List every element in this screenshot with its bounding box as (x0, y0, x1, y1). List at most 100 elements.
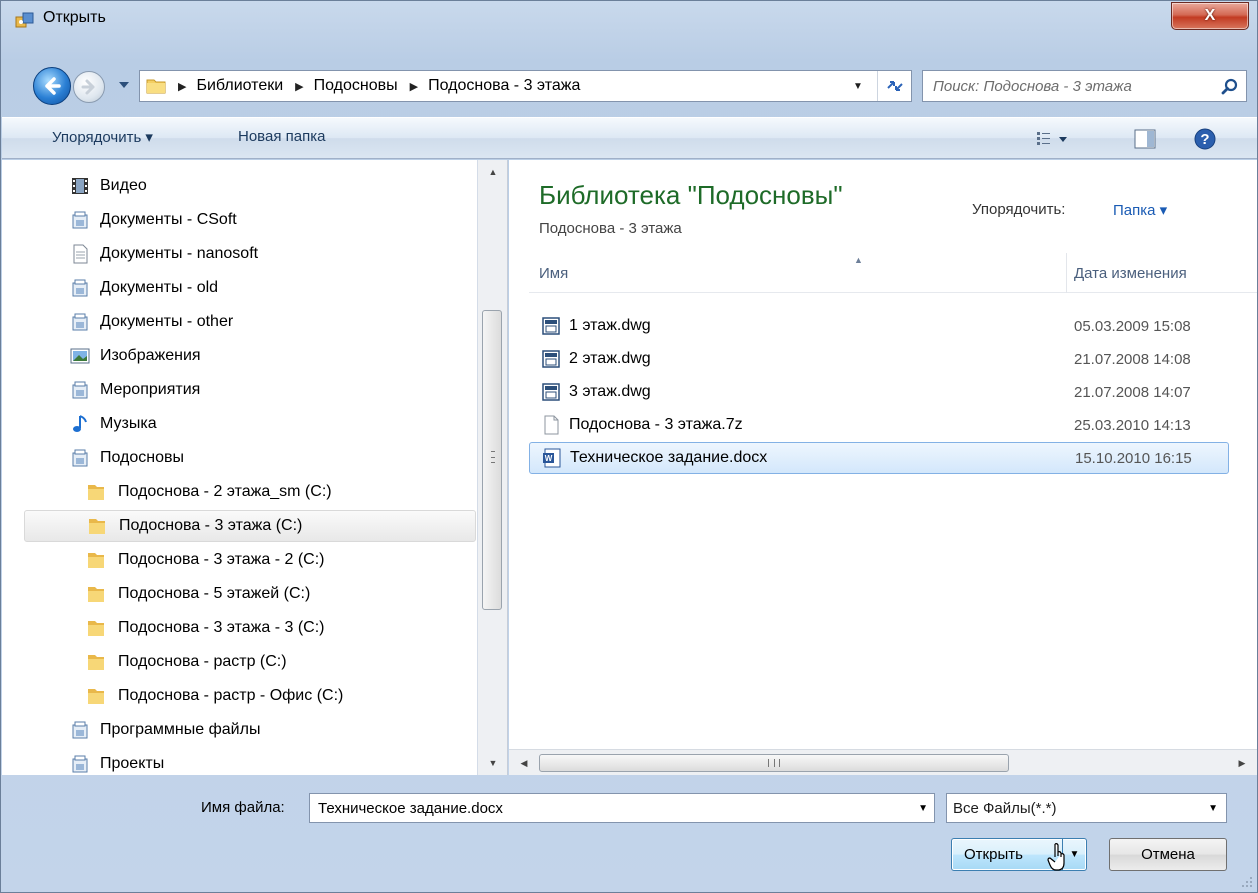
breadcrumb-separator-icon: ▶ (409, 80, 419, 93)
refresh-button[interactable] (877, 71, 911, 101)
back-arrow-icon (45, 77, 61, 95)
folder-icon (88, 553, 104, 568)
sidebar-item-video[interactable]: Видео (22, 170, 472, 202)
sidebar-item-documents-old[interactable]: Документы - old (22, 272, 472, 304)
search-icon[interactable] (1220, 77, 1240, 97)
file-row[interactable]: Подоснова - 3 этажа.7z 25.03.2010 14:13 (529, 409, 1229, 441)
dwg-file-icon (542, 350, 560, 368)
mouse-cursor-icon (1047, 843, 1065, 871)
cancel-button[interactable]: Отмена (1109, 838, 1227, 871)
column-header-date[interactable]: Дата изменения (1074, 265, 1187, 282)
open-button-label: Открыть (964, 846, 1023, 863)
breadcrumb-podosnovy[interactable]: Подосновы (314, 77, 398, 95)
chevron-down-icon: ▼ (1208, 803, 1218, 814)
close-button[interactable]: X (1171, 2, 1249, 30)
file-date: 15.10.2010 16:15 (1075, 449, 1192, 467)
sidebar-item-documents-nanosoft[interactable]: Документы - nanosoft (22, 238, 472, 270)
navigation-scrollbar[interactable]: ▲ ▼ (478, 160, 508, 775)
library-icon (72, 449, 88, 467)
file-row[interactable]: 2 этаж.dwg 21.07.2008 14:08 (529, 343, 1229, 375)
horizontal-scroll-thumb[interactable] (539, 754, 1009, 772)
chevron-down-icon[interactable]: ▼ (918, 803, 928, 814)
sort-ascending-icon: ▲ (854, 255, 863, 265)
file-row-selected[interactable]: W Техническое задание.docx 15.10.2010 16… (529, 442, 1229, 474)
library-icon (72, 381, 88, 399)
new-folder-button[interactable]: Новая папка (238, 128, 325, 145)
search-box[interactable] (922, 70, 1247, 102)
sidebar-item-podosnova-raster[interactable]: Подоснова - растр (C:) (86, 646, 476, 678)
sidebar-item-label: Документы - CSoft (100, 211, 237, 228)
breadcrumb-libraries[interactable]: Библиотеки (196, 77, 283, 95)
column-header-row: Имя ▲ Дата изменения (529, 253, 1257, 293)
filename-label: Имя файла: (201, 799, 285, 816)
word-document-icon: W (543, 448, 561, 468)
blank-file-icon (544, 415, 559, 435)
sidebar-item-documents-csoft[interactable]: Документы - CSoft (22, 204, 472, 236)
forward-arrow-icon (81, 79, 95, 95)
search-input[interactable] (931, 75, 1201, 97)
sidebar-item-music[interactable]: Музыка (22, 408, 472, 440)
sidebar-item-label: Видео (100, 177, 147, 194)
address-bar[interactable]: ▶ Библиотеки ▶ Подосновы ▶ Подоснова - 3… (139, 70, 912, 102)
sidebar-item-podosnova-raster-office[interactable]: Подоснова - растр - Офис (C:) (86, 680, 476, 712)
address-dropdown-button[interactable]: ▼ (843, 71, 873, 101)
filename-combobox[interactable]: ▼ (309, 793, 935, 823)
command-bar: Упорядочить ▾ Новая папка ? (2, 117, 1257, 159)
scroll-thumb[interactable] (482, 310, 502, 610)
dwg-file-icon (542, 317, 560, 335)
preview-pane-button[interactable] (1130, 126, 1160, 152)
resize-grip-icon[interactable] (1241, 876, 1253, 888)
sidebar-item-label: Подоснова - 3 этажа - 2 (C:) (118, 551, 325, 568)
dialog-title: Открыть (43, 9, 106, 26)
breadcrumb-current[interactable]: Подоснова - 3 этажа (428, 77, 580, 95)
sidebar-item-projects[interactable]: Проекты (22, 748, 472, 775)
help-button[interactable]: ? (1190, 126, 1220, 152)
sidebar-item-label: Изображения (100, 347, 201, 364)
folder-icon (88, 587, 104, 602)
organize-button[interactable]: Упорядочить ▾ (52, 128, 153, 146)
folder-icon (89, 519, 105, 534)
back-button[interactable] (33, 67, 71, 105)
view-list-icon (1037, 132, 1067, 145)
navigation-pane[interactable]: Видео Документы - CSoft Документы - nano… (2, 160, 478, 775)
library-icon (72, 313, 88, 331)
sidebar-item-podosnova-3-selected[interactable]: Подоснова - 3 этажа (C:) (24, 510, 476, 542)
sidebar-item-podosnova-3-3[interactable]: Подоснова - 3 этажа - 3 (C:) (86, 612, 476, 644)
sidebar-item-podosnovy[interactable]: Подосновы (22, 442, 472, 474)
file-type-filter-dropdown[interactable]: Все Файлы(*.*) ▼ (946, 793, 1227, 823)
scroll-left-icon[interactable]: ◀ (513, 750, 535, 776)
sidebar-item-events[interactable]: Мероприятия (22, 374, 472, 406)
breadcrumb-separator-icon: ▶ (295, 80, 304, 93)
sidebar-item-podosnova-5[interactable]: Подоснова - 5 этажей (C:) (86, 578, 476, 610)
file-list-pane[interactable]: Библиотека "Подосновы" Подоснова - 3 эта… (509, 160, 1257, 749)
filename-input[interactable] (316, 798, 896, 818)
view-options-button[interactable] (1028, 126, 1078, 152)
svg-text:?: ? (1200, 131, 1209, 148)
sidebar-item-podosnova-2-sm[interactable]: Подоснова - 2 этажа_sm (C:) (86, 476, 476, 508)
sidebar-item-program-files[interactable]: Программные файлы (22, 714, 472, 746)
file-type-filter-value: Все Файлы(*.*) (953, 799, 1057, 817)
column-header-name[interactable]: Имя (539, 265, 568, 282)
scroll-down-icon[interactable]: ▼ (478, 751, 508, 775)
sidebar-item-pictures[interactable]: Изображения (22, 340, 472, 372)
file-row[interactable]: 1 этаж.dwg 05.03.2009 15:08 (529, 310, 1229, 342)
sidebar-item-label: Подоснова - 3 этажа (C:) (119, 517, 303, 534)
sidebar-item-podosnova-3-2[interactable]: Подоснова - 3 этажа - 2 (C:) (86, 544, 476, 576)
sidebar-item-label: Документы - nanosoft (100, 245, 259, 262)
sidebar-item-documents-other[interactable]: Документы - other (22, 306, 472, 338)
file-name: 3 этаж.dwg (569, 383, 651, 400)
sidebar-item-label: Подоснова - 5 этажей (C:) (118, 585, 311, 602)
folder-icon (146, 79, 166, 94)
file-name: Подоснова - 3 этажа.7z (569, 416, 743, 433)
forward-button[interactable] (73, 71, 105, 103)
file-row[interactable]: 3 этаж.dwg 21.07.2008 14:07 (529, 376, 1229, 408)
scroll-up-icon[interactable]: ▲ (478, 160, 508, 184)
recent-pages-dropdown-icon[interactable] (119, 81, 129, 89)
arrange-by-label: Упорядочить: (972, 201, 1066, 218)
library-icon (72, 721, 88, 739)
music-library-icon (73, 415, 87, 432)
sidebar-item-label: Подоснова - 3 этажа - 3 (C:) (118, 619, 325, 636)
arrange-by-dropdown[interactable]: Папка ▾ (1113, 201, 1167, 219)
scroll-right-icon[interactable]: ▶ (1231, 750, 1253, 776)
file-list-horizontal-scrollbar[interactable]: ◀ ▶ (509, 749, 1257, 775)
